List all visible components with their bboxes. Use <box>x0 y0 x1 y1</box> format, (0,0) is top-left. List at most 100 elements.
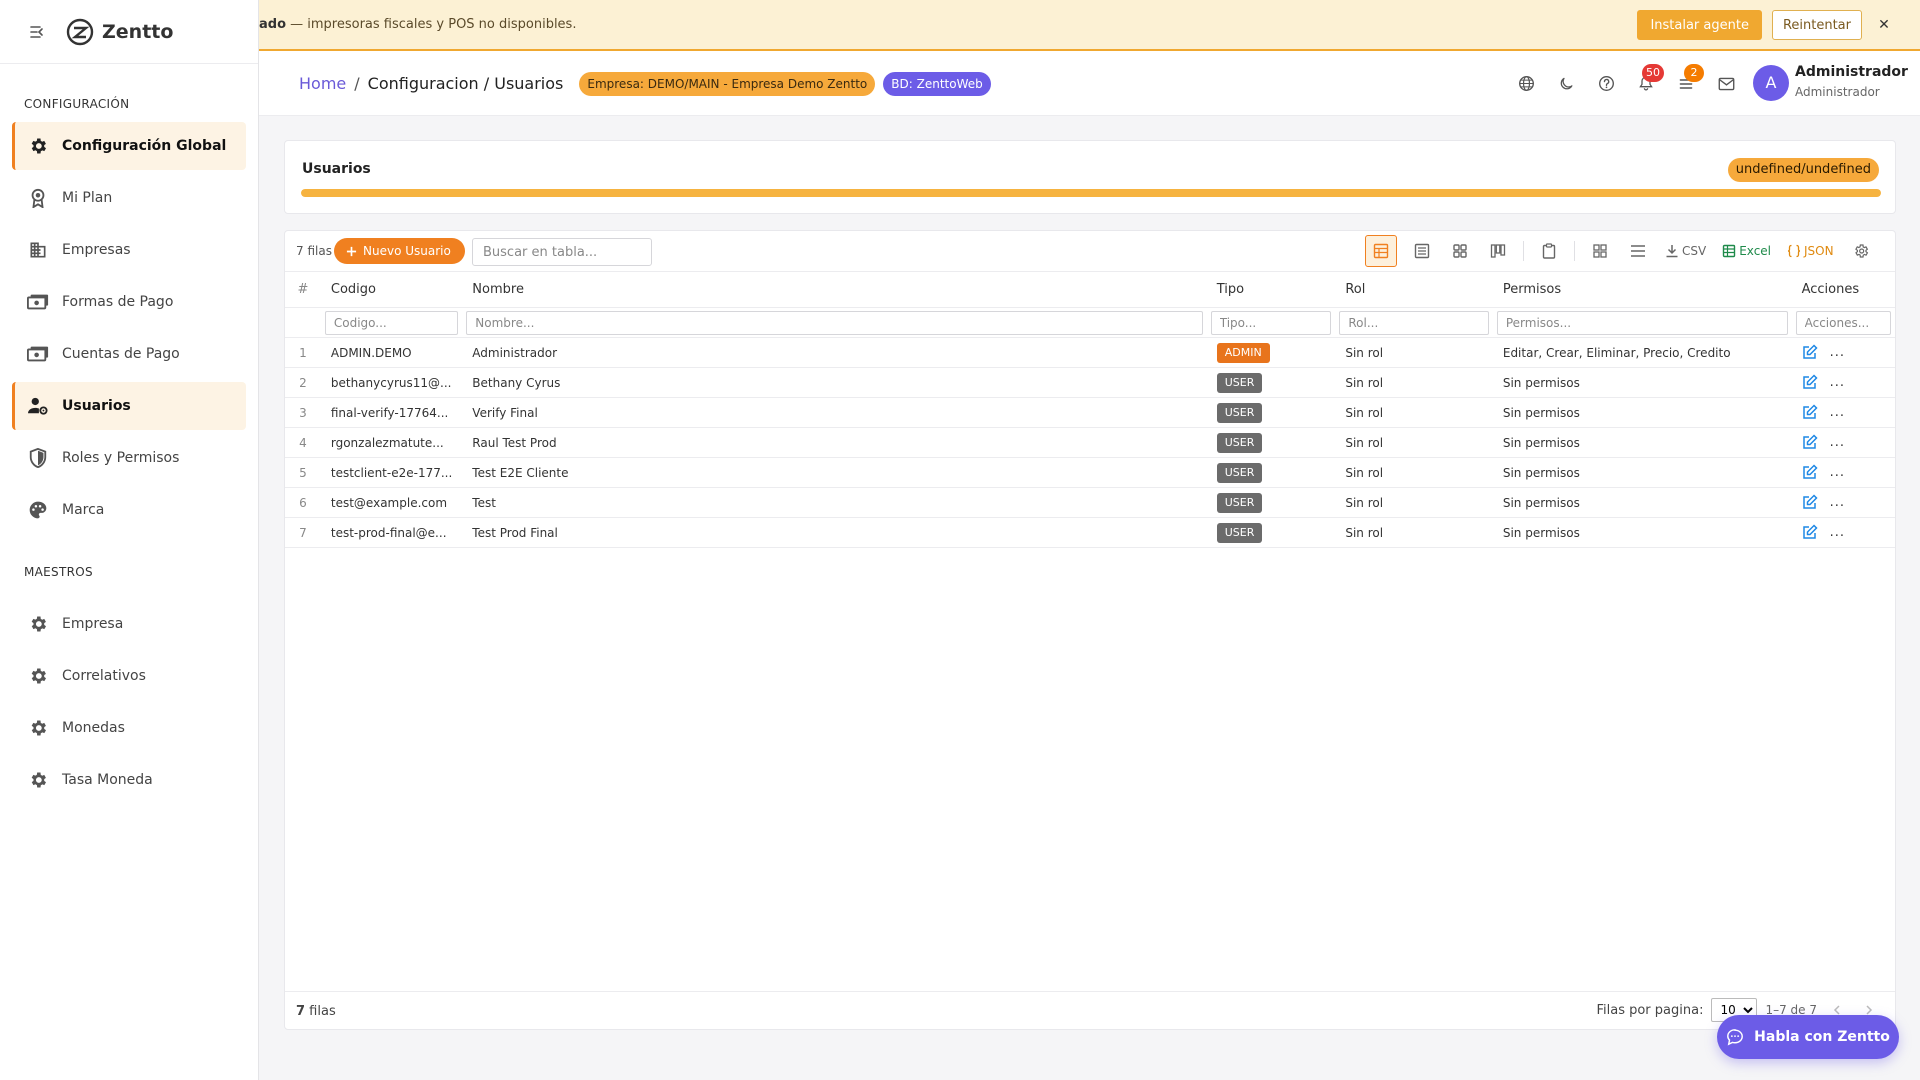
new-user-label: Nuevo Usuario <box>363 244 451 258</box>
column-header-tipo[interactable]: Tipo <box>1206 271 1336 308</box>
sidebar-item-monedas[interactable]: Monedas <box>12 704 246 752</box>
empresa-chip[interactable]: Empresa: DEMO/MAIN - Empresa Demo Zentto <box>579 71 876 96</box>
collapse-menu-icon[interactable] <box>28 22 48 42</box>
filter-tipo-input[interactable] <box>1210 310 1332 335</box>
download-icon <box>1665 244 1679 258</box>
sidebar-item-empresas[interactable]: Empresas <box>12 226 246 274</box>
sidebar-item-mi-plan[interactable]: Mi Plan <box>12 174 246 222</box>
sidebar-item-formas-de-pago[interactable]: Formas de Pago <box>12 278 246 326</box>
palette-icon <box>26 498 50 522</box>
sidebar-item-configuracion-global[interactable]: Configuración Global <box>12 122 246 170</box>
retry-button[interactable]: Reintentar <box>1771 10 1862 40</box>
header-actions: 50 2 <box>1506 51 1746 116</box>
cell-tipo: USER <box>1206 397 1336 428</box>
new-user-button[interactable]: Nuevo Usuario <box>334 238 465 264</box>
sidebar-item-marca[interactable]: Marca <box>12 486 246 534</box>
sidebar-item-roles-y-permisos[interactable]: Roles y Permisos <box>12 434 246 482</box>
mail-icon[interactable] <box>1706 64 1746 104</box>
more-actions-button[interactable]: ... <box>1830 465 1845 480</box>
table-view-icon[interactable] <box>1365 235 1397 267</box>
kanban-view-icon[interactable] <box>1479 235 1517 267</box>
search-input[interactable] <box>472 238 652 266</box>
page-title: Usuarios <box>302 161 371 177</box>
grid-view-icon[interactable] <box>1441 235 1479 267</box>
edit-icon[interactable] <box>1802 523 1820 542</box>
cell-permisos: Sin permisos <box>1492 457 1792 488</box>
cell-codigo: ADMIN.DEMO <box>320 337 463 368</box>
database-chip[interactable]: BD: ZenttoWeb <box>883 71 991 96</box>
grid-footer: 7 filas Filas por pagina: 10 1–7 de 7 <box>285 991 1895 1029</box>
tasks-list-icon[interactable]: 2 <box>1666 63 1706 104</box>
more-actions-button[interactable]: ... <box>1830 345 1845 360</box>
sidebar-item-usuarios[interactable]: Usuarios <box>12 382 246 430</box>
breadcrumb-home-link[interactable]: Home <box>299 74 346 93</box>
avatar[interactable]: A <box>1753 65 1789 101</box>
language-globe-icon[interactable] <box>1506 64 1546 104</box>
row-index: 6 <box>285 487 321 518</box>
export-csv-button[interactable]: CSV <box>1657 244 1714 258</box>
filter-nombre-input[interactable] <box>466 310 1203 335</box>
filter-permisos-input[interactable] <box>1496 310 1788 335</box>
more-actions-button[interactable]: ... <box>1830 405 1845 420</box>
sidebar-item-tasa-moneda[interactable]: Tasa Moneda <box>12 756 246 804</box>
table-row[interactable]: 4 rgonzalezmatute... Raul Test Prod USER… <box>285 427 1895 458</box>
density-icon[interactable] <box>1619 235 1657 267</box>
edit-icon[interactable] <box>1802 463 1820 482</box>
list-view-icon[interactable] <box>1403 235 1441 267</box>
column-header-acciones[interactable]: Acciones <box>1791 271 1895 308</box>
section-maestros: MAESTROS <box>24 565 93 579</box>
award-icon <box>26 186 50 210</box>
table-row[interactable]: 6 test@example.com Test USER Sin rol Sin… <box>285 487 1895 518</box>
more-actions-button[interactable]: ... <box>1830 495 1845 510</box>
dark-mode-moon-icon[interactable] <box>1546 64 1586 104</box>
sidebar-item-correlativos[interactable]: Correlativos <box>12 652 246 700</box>
table-row[interactable]: 1 ADMIN.DEMO Administrador ADMIN Sin rol… <box>285 337 1895 368</box>
table-row[interactable]: 7 test-prod-final@e... Test Prod Final U… <box>285 517 1895 548</box>
sidebar-item-label: Roles y Permisos <box>62 450 180 466</box>
more-actions-button[interactable]: ... <box>1830 435 1845 450</box>
install-agent-button[interactable]: Instalar agente <box>1637 10 1762 40</box>
edit-icon[interactable] <box>1802 433 1820 452</box>
column-header-permisos[interactable]: Permisos <box>1492 271 1792 308</box>
settings-gear-icon[interactable] <box>1842 235 1880 267</box>
cell-nombre: Test <box>462 487 1207 518</box>
filter-row <box>285 307 1895 338</box>
type-badge: USER <box>1216 372 1263 393</box>
export-json-button[interactable]: JSON <box>1779 244 1842 258</box>
edit-icon[interactable] <box>1802 373 1820 392</box>
edit-icon[interactable] <box>1802 403 1820 422</box>
column-header-nombre[interactable]: Nombre <box>462 271 1207 308</box>
export-excel-label: Excel <box>1739 244 1772 258</box>
cell-rol: Sin rol <box>1335 397 1493 428</box>
edit-icon[interactable] <box>1802 493 1820 512</box>
footer-row-count: 7 filas <box>296 1004 336 1019</box>
table-row[interactable]: 2 bethanycyrus11@... Bethany Cyrus USER … <box>285 367 1895 398</box>
table-row[interactable]: 5 testclient-e2e-177... Test E2E Cliente… <box>285 457 1895 488</box>
sidebar-item-cuentas-de-pago[interactable]: Cuentas de Pago <box>12 330 246 378</box>
notifications-bell-icon[interactable]: 50 <box>1626 63 1666 104</box>
filter-cell <box>1492 307 1792 338</box>
help-icon[interactable] <box>1586 64 1626 104</box>
more-actions-button[interactable]: ... <box>1830 375 1845 390</box>
group-by-icon[interactable] <box>1581 235 1619 267</box>
filter-codigo-input[interactable] <box>324 310 459 335</box>
close-icon[interactable]: ✕ <box>1872 17 1896 33</box>
type-badge: USER <box>1216 432 1263 453</box>
user-name[interactable]: Administrador <box>1795 64 1908 80</box>
more-actions-button[interactable]: ... <box>1830 525 1845 540</box>
filter-rol-input[interactable] <box>1339 310 1489 335</box>
table-header-row: # Codigo Nombre Tipo Rol Permisos Accion… <box>285 271 1895 308</box>
column-header-rol[interactable]: Rol <box>1335 271 1493 308</box>
tasks-badge: 2 <box>1684 63 1704 82</box>
clipboard-icon[interactable] <box>1530 235 1568 267</box>
spreadsheet-icon <box>1722 244 1736 258</box>
export-excel-button[interactable]: Excel <box>1714 244 1779 258</box>
table-row[interactable]: 3 final-verify-17764... Verify Final USE… <box>285 397 1895 428</box>
column-header-codigo[interactable]: Codigo <box>320 271 463 308</box>
sidebar-item-empresa[interactable]: Empresa <box>12 600 246 648</box>
edit-icon[interactable] <box>1802 343 1820 362</box>
filter-acciones-input[interactable] <box>1795 310 1891 335</box>
sidebar-item-label: Configuración Global <box>62 138 227 154</box>
top-header: Home / Configuracion / Usuarios Empresa:… <box>259 51 1920 116</box>
chat-with-zentto-button[interactable]: Habla con Zentto <box>1717 1015 1899 1059</box>
